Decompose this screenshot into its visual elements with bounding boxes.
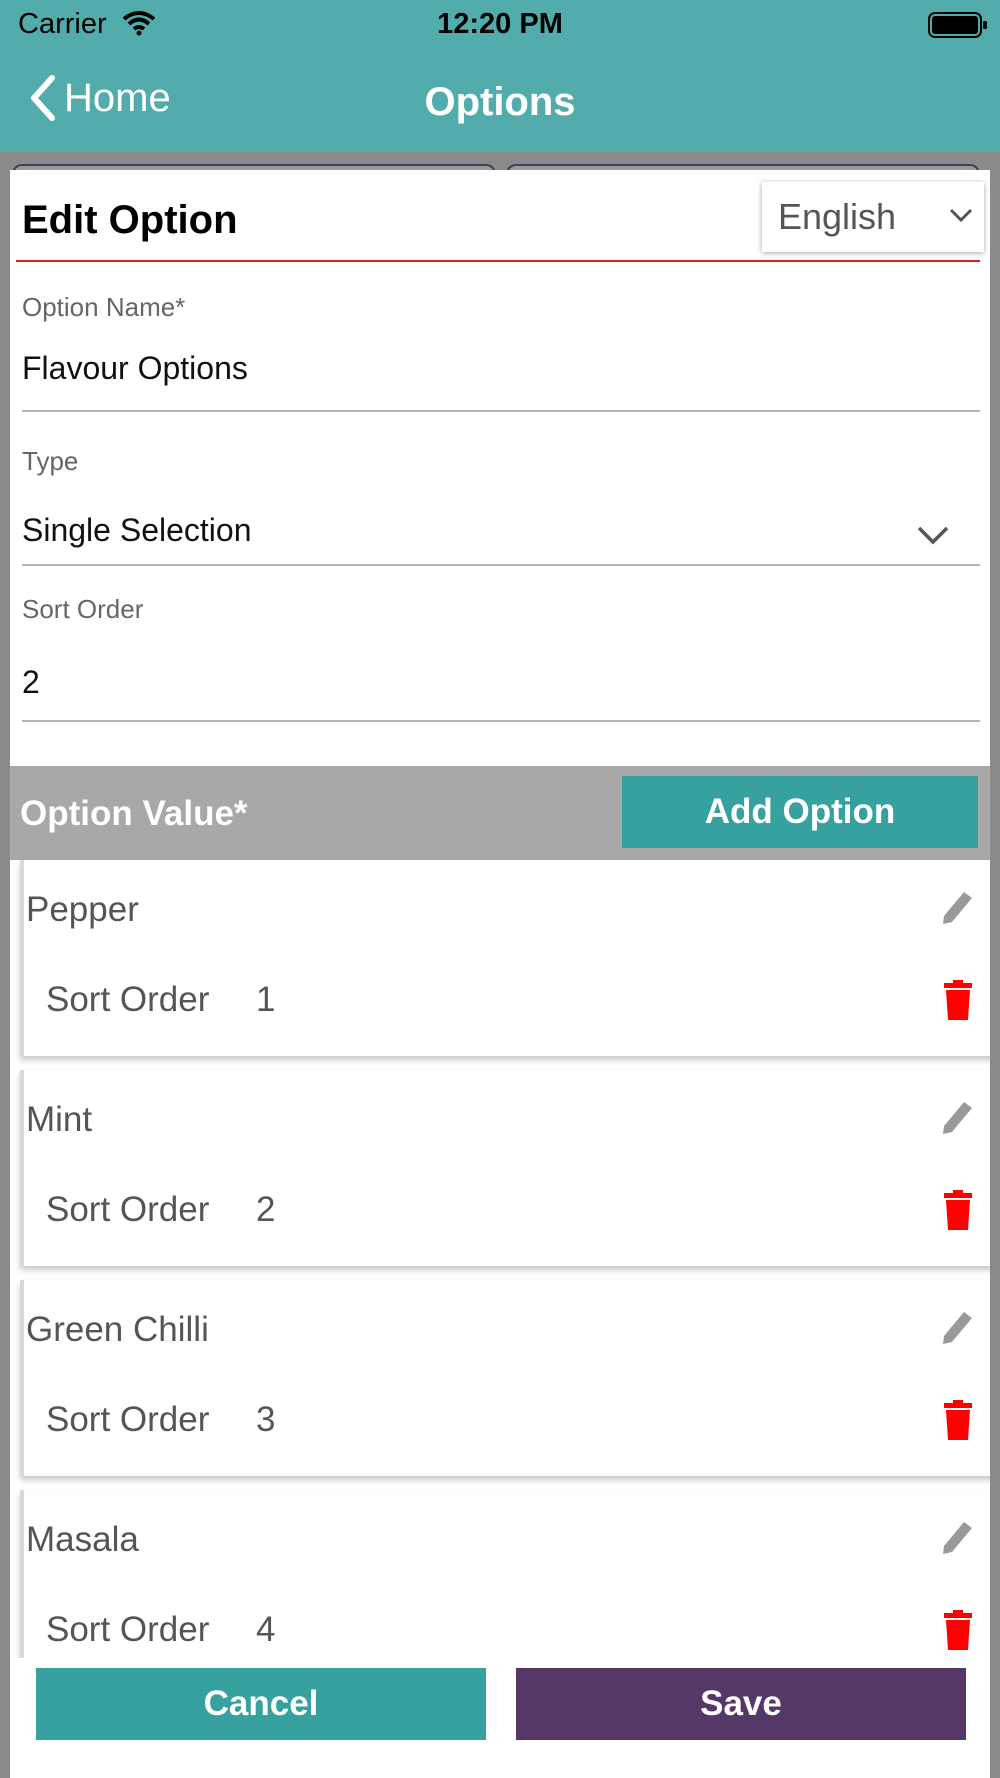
option-value-name: Masala [26,1520,139,1559]
option-name-input[interactable]: Flavour Options [22,350,248,387]
list-item: Green Chilli Sort Order 3 [20,1280,990,1476]
edit-icon[interactable] [940,1516,976,1561]
option-name-label: Option Name* [22,292,186,322]
cancel-button[interactable]: Cancel [36,1668,486,1740]
option-name-field[interactable]: Option Name* Flavour Options [22,262,980,412]
add-option-button[interactable]: Add Option [622,776,978,848]
type-underline [22,564,980,566]
battery-icon [928,12,988,43]
sort-order-label: Sort Order [46,1400,210,1439]
trash-icon[interactable] [944,1610,972,1655]
type-field[interactable]: Type Single Selection [22,412,980,568]
sort-order-field[interactable]: Sort Order 2 [22,568,980,768]
sort-order-label: Sort Order [22,594,144,624]
sort-order-value: 3 [256,1400,276,1439]
list-item: Mint Sort Order 2 [20,1070,990,1266]
edit-icon[interactable] [940,886,976,931]
dialog-header: Edit Option English [10,170,990,262]
clock: 12:20 PM [437,8,563,40]
sort-order-value: 4 [256,1610,276,1649]
trash-icon[interactable] [944,1190,972,1235]
edit-icon[interactable] [940,1096,976,1141]
language-select[interactable]: English [762,182,984,252]
type-select[interactable]: Single Selection [22,512,251,549]
save-button[interactable]: Save [516,1668,966,1740]
chevron-down-icon [949,208,973,223]
trash-icon[interactable] [944,1400,972,1445]
language-value: English [778,196,897,237]
sort-order-label: Sort Order [46,980,210,1019]
option-value-list[interactable]: Pepper Sort Order 1 Mint Sort Order 2 Gr… [10,860,990,1658]
option-value-name: Mint [26,1100,93,1139]
sort-order-label: Sort Order [46,1190,210,1229]
dialog-title: Edit Option [22,198,238,242]
trash-icon[interactable] [944,980,972,1025]
sort-order-value: 2 [256,1190,276,1229]
edit-icon[interactable] [940,1306,976,1351]
page-title: Options [424,80,576,124]
sort-order-value: 1 [256,980,276,1019]
sort-order-underline [22,720,980,722]
option-value-label: Option Value* [20,794,248,833]
navigation-bar: Home Options [0,52,1000,152]
chevron-down-icon [917,526,949,545]
dialog-footer: Cancel Save [10,1668,990,1778]
list-item: Pepper Sort Order 1 [20,860,990,1056]
option-value-name: Green Chilli [26,1310,209,1349]
sort-order-input[interactable]: 2 [22,664,40,701]
edit-option-dialog: Edit Option English Option Name* Flavour… [10,170,990,1778]
sort-order-label: Sort Order [46,1610,210,1649]
option-value-name: Pepper [26,890,139,929]
status-bar: Carrier 12:20 PM [0,0,1000,52]
option-value-header: Option Value* Add Option [10,766,990,860]
type-label: Type [22,446,79,476]
list-item: Masala Sort Order 4 [20,1490,990,1658]
